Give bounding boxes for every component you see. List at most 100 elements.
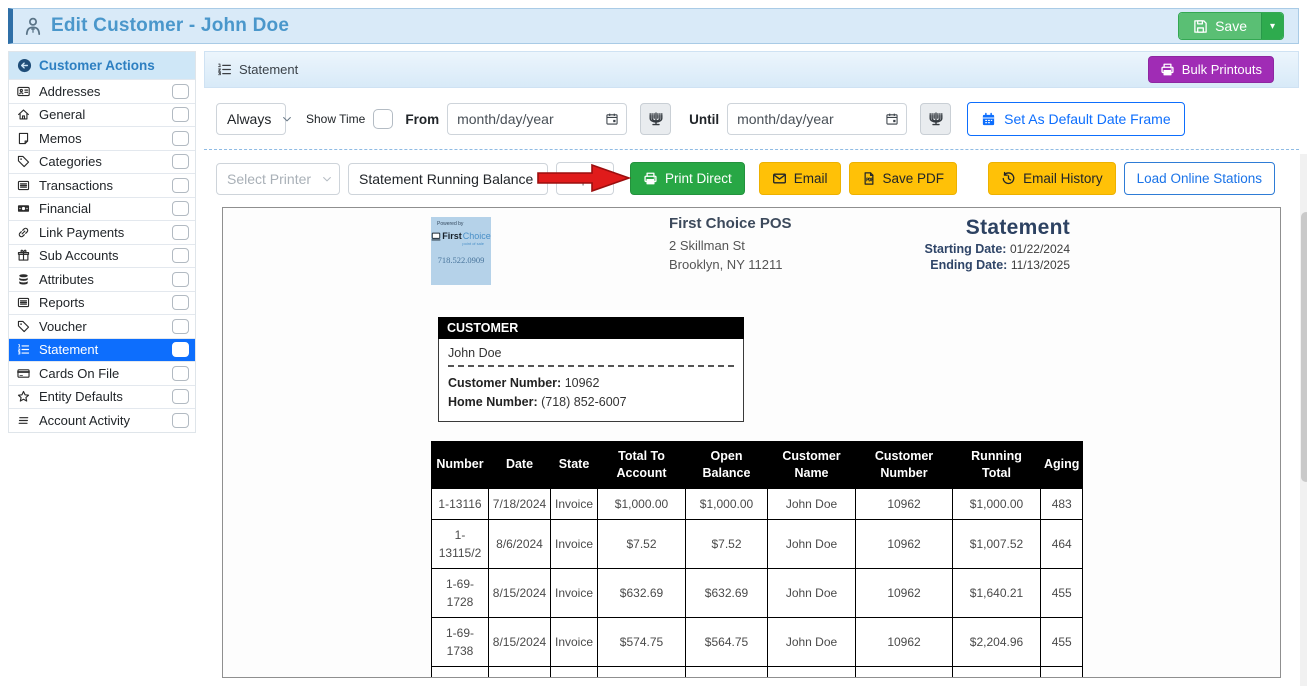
home-icon [17,108,32,121]
statement-table-row: 1-69-17548/15/2024Invoice$1,092.09$1,092… [432,666,1083,678]
sidebar-item-account-activity[interactable]: Account Activity [9,408,195,432]
sidebar-item-addresses[interactable]: Addresses [9,79,195,103]
copies-input[interactable] [556,162,614,195]
table-cell: 455 [1041,568,1083,617]
table-cell: 10962 [856,617,953,666]
sidebar-item-attributes[interactable]: Attributes [9,267,195,291]
email-button[interactable]: Email [759,162,841,195]
scrollbar-thumb[interactable] [1301,212,1307,482]
vertical-scrollbar[interactable] [1300,154,1307,686]
save-dropdown-toggle[interactable]: ▾ [1261,13,1283,39]
sidebar-item-checkbox[interactable] [172,201,189,216]
table-cell: Invoice [551,617,598,666]
sidebar-item-checkbox[interactable] [172,272,189,287]
company-block: First Choice POS 2 Skillman St Brooklyn,… [669,215,792,275]
memo-icon [17,132,32,145]
table-cell: 455 [1041,666,1083,678]
column-header-number: Number [432,442,489,489]
firstchoice-logo: Powered by FirstChoice point of sale 718… [431,217,491,285]
sidebar-item-categories[interactable]: Categories [9,150,195,174]
table-cell: 1-69-1728 [432,568,489,617]
save-pdf-button[interactable]: Save PDF [849,162,958,195]
table-cell: $1,640.21 [953,568,1041,617]
sidebar-item-cards-on-file[interactable]: Cards On File [9,361,195,385]
table-cell: Invoice [551,488,598,519]
home-number-value: (718) 852-6007 [541,395,626,409]
load-online-stations-label: Load Online Stations [1137,171,1262,186]
sidebar-item-checkbox[interactable] [172,366,189,381]
select-printer-select[interactable]: Select Printer [216,163,340,195]
until-hebrew-calendar-button[interactable] [920,103,951,135]
print-direct-label: Print Direct [665,171,732,186]
sidebar-item-financial[interactable]: Financial [9,197,195,221]
date-range-select[interactable]: Always [216,103,286,135]
customer-person-icon [23,15,43,37]
email-history-button[interactable]: Email History [988,162,1116,195]
from-calendar-icon[interactable] [597,103,627,135]
statement-table-row: 1-69-17388/15/2024Invoice$574.75$564.75J… [432,617,1083,666]
sidebar-item-link-payments[interactable]: Link Payments [9,220,195,244]
load-online-stations-button[interactable]: Load Online Stations [1124,162,1275,195]
sidebar-item-sub-accounts[interactable]: Sub Accounts [9,244,195,268]
sidebar-item-label: Statement [39,342,165,357]
sidebar-items: AddressesGeneralMemosCategoriesTransacti… [9,79,195,432]
company-address-1: 2 Skillman St [669,237,792,256]
statement-layout-select[interactable]: Statement Running Balance [348,163,548,195]
sidebar-item-checkbox[interactable] [172,319,189,334]
statement-table-body: 1-131167/18/2024Invoice$1,000.00$1,000.0… [432,488,1083,678]
table-cell: 10962 [856,568,953,617]
from-hebrew-calendar-button[interactable] [640,103,671,135]
brand-tagline: point of sale [434,241,488,246]
bulk-printouts-label: Bulk Printouts [1182,62,1262,77]
sidebar-item-label: Reports [39,295,165,310]
sidebar-item-checkbox[interactable] [172,413,189,428]
sidebar-item-checkbox[interactable] [172,154,189,169]
save-icon [1193,19,1208,34]
table-cell: 8/15/2024 [489,568,551,617]
sidebar-header-label: Customer Actions [39,58,155,73]
until-calendar-icon[interactable] [877,103,907,135]
column-header-customer-name: Customer Name [768,442,856,489]
column-header-customer-number: Customer Number [856,442,953,489]
sidebar-item-checkbox[interactable] [172,248,189,263]
sidebar-item-checkbox[interactable] [172,178,189,193]
show-time-checkbox[interactable] [373,109,393,129]
select-printer-value: Select Printer [227,171,311,187]
save-button[interactable]: Save [1179,13,1261,39]
from-date-input[interactable] [447,103,597,135]
list-box-icon [17,296,32,309]
email-label: Email [794,171,828,186]
statement-preview: Powered by FirstChoice point of sale 718… [222,207,1281,678]
table-cell: 1-69-1754 [432,666,489,678]
sidebar-item-checkbox[interactable] [172,342,189,357]
database-icon [17,273,32,286]
table-cell: 7/18/2024 [489,488,551,519]
sidebar-item-checkbox[interactable] [172,295,189,310]
sidebar-item-voucher[interactable]: Voucher [9,314,195,338]
ending-date-label: Ending Date: [930,258,1007,272]
sidebar-item-checkbox[interactable] [172,107,189,122]
sidebar-item-memos[interactable]: Memos [9,126,195,150]
sidebar-header[interactable]: Customer Actions [9,52,195,79]
sidebar-item-reports[interactable]: Reports [9,291,195,315]
sidebar-item-checkbox[interactable] [172,389,189,404]
until-date-input[interactable] [727,103,877,135]
sidebar-item-checkbox[interactable] [172,225,189,240]
sidebar-item-general[interactable]: General [9,103,195,127]
sidebar-item-statement[interactable]: Statement [9,338,195,362]
sidebar-item-entity-defaults[interactable]: Entity Defaults [9,385,195,409]
sidebar-item-checkbox[interactable] [172,131,189,146]
statement-meta: Statement Starting Date: 01/22/2024 Endi… [925,216,1071,272]
set-default-date-frame-button[interactable]: Set As Default Date Frame [967,102,1185,136]
bulk-printouts-button[interactable]: Bulk Printouts [1148,56,1274,83]
customer-actions-sidebar: Customer Actions AddressesGeneralMemosCa… [8,51,196,433]
sidebar-item-transactions[interactable]: Transactions [9,173,195,197]
sidebar-item-checkbox[interactable] [172,84,189,99]
table-cell: 10962 [856,488,953,519]
print-direct-button[interactable]: Print Direct [630,162,745,195]
from-label: From [405,112,439,127]
column-header-running-total: Running Total [953,442,1041,489]
save-button-label: Save [1215,18,1247,34]
sidebar-item-label: Financial [39,201,165,216]
print-actions-row: Select Printer Statement Running Balance… [204,150,1299,207]
